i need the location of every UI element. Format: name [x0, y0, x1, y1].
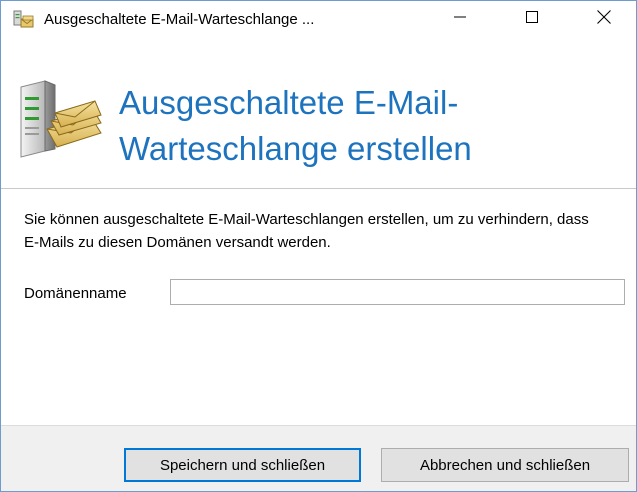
cancel-and-close-button[interactable]: Abbrechen und schließen — [381, 448, 629, 482]
dialog-content: Sie können ausgeschaltete E-Mail-Wartesc… — [1, 189, 636, 425]
server-mail-icon — [15, 77, 103, 159]
description-text: Sie können ausgeschaltete E-Mail-Wartesc… — [24, 211, 589, 251]
domain-name-label: Domänenname — [24, 285, 127, 302]
page-title: Ausgeschaltete E-Mail-Warteschlange erst… — [119, 84, 472, 167]
close-button[interactable] — [581, 1, 627, 37]
close-icon — [597, 9, 611, 29]
dialog-window: Ausgeschaltete E-Mail-Warteschlange ... — [0, 0, 637, 492]
save-and-close-button[interactable]: Speichern und schließen — [124, 448, 361, 482]
dialog-header: Ausgeschaltete E-Mail-Warteschlange erst… — [1, 37, 636, 189]
domain-name-input[interactable] — [170, 279, 625, 305]
dialog-footer: Speichern und schließen Abbrechen und sc… — [1, 425, 636, 491]
title-bar[interactable]: Ausgeschaltete E-Mail-Warteschlange ... — [1, 1, 636, 37]
maximize-icon — [526, 10, 538, 28]
window-title: Ausgeschaltete E-Mail-Warteschlange ... — [44, 11, 315, 28]
mail-queue-icon — [13, 10, 35, 30]
maximize-button[interactable] — [509, 1, 555, 37]
minimize-icon — [454, 10, 466, 28]
minimize-button[interactable] — [437, 1, 483, 37]
